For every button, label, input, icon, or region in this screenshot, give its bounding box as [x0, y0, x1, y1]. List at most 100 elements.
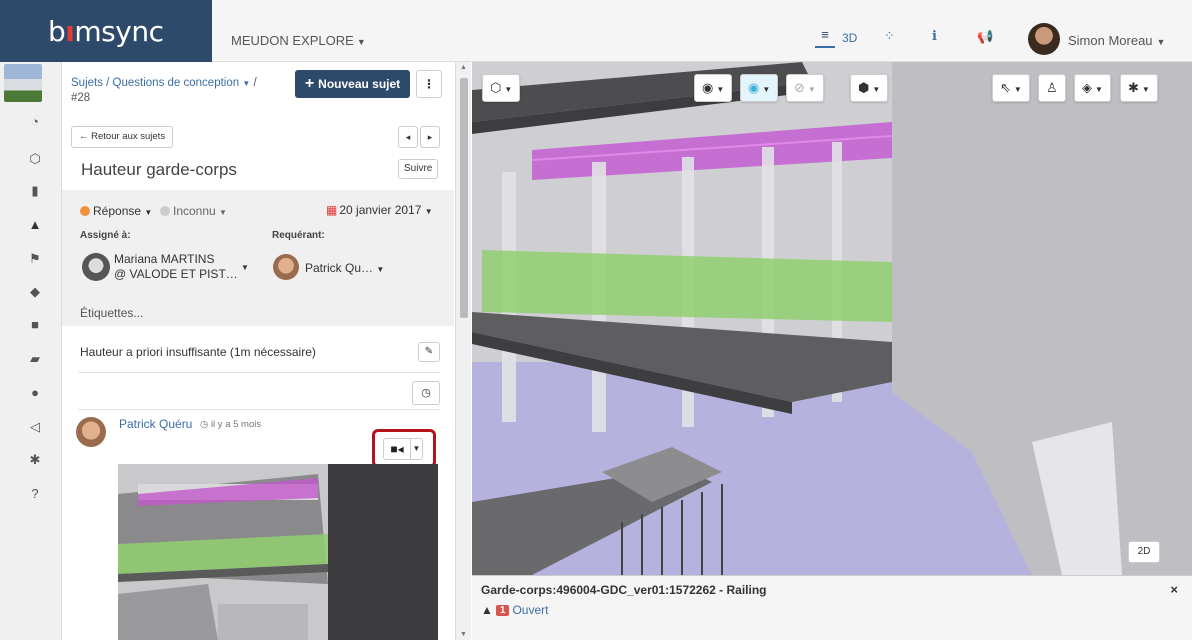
requester-selector[interactable]: Patrick Qu… ▼	[305, 261, 384, 275]
divider	[78, 372, 440, 373]
chevron-down-icon: ▼	[376, 265, 385, 274]
scroll-down-icon[interactable]: ▼	[460, 631, 467, 638]
dashboard-icon[interactable]: ◔	[28, 114, 42, 129]
clock-icon: ◷	[421, 387, 431, 399]
eye-icon: ◉	[702, 80, 714, 95]
requester-label: Requérant:	[272, 230, 325, 241]
top-bar: bımsync MEUDON EXPLORE ▼ ≡ 3D ⁘ i 📢 Simon…	[0, 0, 1192, 62]
eye-icon: ◉	[748, 80, 760, 95]
tree-view-icon[interactable]: ⁘	[884, 28, 895, 44]
chevron-down-icon: ▼	[424, 207, 433, 216]
panel-scrollbar[interactable]: ▲ ▼	[455, 62, 471, 640]
user-avatar[interactable]	[1028, 23, 1060, 55]
issue-count-badge: 1	[495, 604, 510, 616]
logo[interactable]: bımsync	[0, 0, 212, 62]
calendar-icon: ▦	[326, 203, 338, 217]
cube-icon[interactable]: ⬡	[28, 151, 42, 167]
issue-title[interactable]: Hauteur garde-corps	[81, 160, 237, 180]
user-name: Simon Moreau	[1068, 33, 1153, 48]
issue-status-text: Ouvert	[512, 603, 549, 617]
scrollbar-thumb[interactable]	[460, 78, 468, 318]
close-icon[interactable]: ×	[1170, 582, 1178, 597]
eraser-icon: ◈	[1082, 80, 1092, 95]
scroll-up-icon[interactable]: ▲	[460, 64, 467, 71]
video-camera-icon[interactable]: ■◂	[383, 438, 411, 460]
new-issue-button[interactable]: + Nouveau sujet	[295, 70, 410, 98]
gear-icon: ✱	[1128, 80, 1139, 95]
issue-meta: Réponse ▼ Inconnu ▼ ▦ 20 janvier 2017 ▼ A…	[62, 190, 454, 326]
section-box-button[interactable]: ⬢ ▼	[850, 74, 889, 102]
project-selector[interactable]: MEUDON EXPLORE ▼	[231, 33, 366, 48]
comment-author[interactable]: Patrick Quéru	[119, 417, 192, 431]
book-icon[interactable]: ▰	[28, 351, 42, 367]
3d-viewport[interactable]: ⬡ ▼ ◉ ▼ ◉ ▼ ⊘ ▼ ⬢ ▼ ⇖ ▼ ♙ ◈ ▼ ✱ ▼ 2D	[472, 62, 1192, 575]
view-2d-button[interactable]: 2D	[1128, 541, 1160, 563]
previous-issue-button[interactable]: ◂	[398, 126, 418, 148]
info-icon[interactable]: i	[932, 29, 937, 44]
person-view-button[interactable]: ♙	[1038, 74, 1066, 102]
breadcrumb[interactable]: Sujets / Questions de conception ▼ / #28	[71, 76, 281, 106]
priority-selector[interactable]: Inconnu ▼	[160, 204, 227, 218]
chevron-down-icon[interactable]: ▼	[411, 438, 423, 460]
markup-button[interactable]: ◈ ▼	[1074, 74, 1111, 102]
back-button[interactable]: ← Retour aux sujets	[71, 126, 174, 148]
comment-snapshot[interactable]	[118, 464, 438, 640]
megaphone-icon[interactable]: ◁	[28, 419, 42, 435]
warning-icon[interactable]: ▲	[28, 217, 42, 232]
plus-icon: +	[304, 75, 315, 92]
chevron-down-icon: ▼	[1141, 85, 1150, 94]
user-menu[interactable]: Simon Moreau ▼	[1068, 33, 1165, 48]
icon-rail: ◔ ⬡ ▮ ▲ ⚑ ◆ ■ ▰ ● ◁ ✱ ?	[0, 62, 62, 640]
more-options-button[interactable]: ⋮	[416, 70, 442, 98]
assignee-selector[interactable]: Mariana MARTINS @ VALODE ET PIST… ▼	[114, 252, 249, 282]
edit-icon: ✎	[424, 346, 434, 357]
next-issue-button[interactable]: ▸	[420, 126, 440, 148]
tags-field[interactable]: Étiquettes...	[80, 306, 143, 320]
chevron-down-icon: ▼	[356, 37, 366, 47]
requester-avatar	[273, 254, 299, 280]
project-thumbnail[interactable]	[4, 64, 42, 102]
hide-button[interactable]: ⊘ ▼	[786, 74, 824, 102]
issue-number: #28	[71, 92, 91, 104]
bookmark-icon[interactable]: ▮	[28, 183, 42, 199]
priority-dot	[160, 206, 170, 216]
gear-icon[interactable]: ✱	[28, 452, 42, 468]
divider	[78, 409, 440, 410]
help-icon[interactable]: ?	[28, 486, 42, 501]
cube-icon: ⬡	[490, 80, 502, 95]
chevron-down-icon: ▼	[504, 85, 513, 94]
history-button[interactable]: ◷	[412, 381, 440, 405]
selection-issue-status[interactable]: ▲ 1 Ouvert	[481, 603, 548, 617]
eye-slash-icon: ⊘	[794, 80, 805, 95]
nav-3d[interactable]: 3D	[842, 31, 857, 45]
visibility-button[interactable]: ◉ ▼	[694, 74, 733, 102]
walk-icon: ♙	[1046, 80, 1058, 95]
select-tool-button[interactable]: ⇖ ▼	[992, 74, 1030, 102]
model-menu-button[interactable]: ⬡ ▼	[482, 74, 521, 102]
chevron-down-icon: ▼	[144, 208, 153, 217]
folder-icon[interactable]: ■	[28, 317, 42, 332]
issue-panel: Sujets / Questions de conception ▼ / #28…	[62, 62, 454, 640]
status-selector[interactable]: Réponse ▼	[80, 204, 152, 218]
clock-icon: ◷	[200, 419, 209, 430]
snapshot-image	[118, 464, 438, 640]
project-name: MEUDON EXPLORE	[231, 33, 354, 48]
flag-icon[interactable]: ⚑	[28, 251, 42, 267]
megaphone-icon[interactable]: 📢	[977, 29, 993, 45]
chevron-down-icon: ▼	[242, 79, 251, 88]
comment-author-avatar	[76, 417, 106, 447]
comment-time: ◷ il y a 5 mois	[200, 419, 262, 430]
tags-icon[interactable]: ◆	[28, 284, 42, 300]
users-icon[interactable]: ●	[28, 385, 42, 400]
xray-visibility-button[interactable]: ◉ ▼	[740, 74, 779, 102]
arrow-left-icon: ←	[79, 131, 89, 142]
edit-description-button[interactable]: ✎	[418, 342, 440, 362]
cube-outline-icon: ⬢	[858, 80, 870, 95]
due-date-selector[interactable]: ▦ 20 janvier 2017 ▼	[326, 203, 433, 217]
chevron-down-icon: ▼	[807, 85, 816, 94]
settings-button[interactable]: ✱ ▼	[1120, 74, 1158, 102]
assignee-avatar	[82, 253, 110, 281]
list-view-icon[interactable]: ≡	[815, 24, 835, 48]
follow-button[interactable]: Suivre	[398, 159, 439, 179]
selection-bar: Garde-corps:496004-GDC_ver01:1572262 - R…	[472, 575, 1192, 640]
